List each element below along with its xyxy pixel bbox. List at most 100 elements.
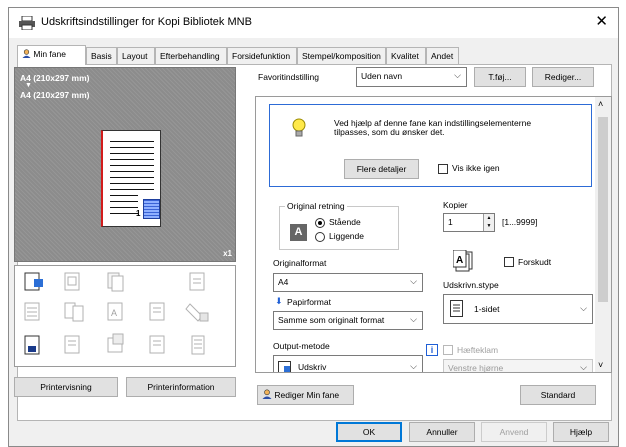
favorites-select[interactable]: Uden navn ⌵ <box>356 67 467 87</box>
print-icon <box>24 272 43 291</box>
print-output-icon <box>278 361 291 372</box>
scroll-thumb[interactable] <box>598 117 608 302</box>
output-method-value: Udskriv <box>298 362 327 372</box>
printer-view-button[interactable]: Printervisning <box>14 377 118 397</box>
add-favorite-button[interactable]: T.føj... <box>474 67 526 87</box>
tab-stempel[interactable]: Stempel/komposition <box>297 47 386 64</box>
window-title: Udskriftsindstillinger for Kopi Bibliote… <box>41 16 252 28</box>
printer-icon <box>19 15 35 32</box>
combine-icon <box>189 272 205 291</box>
help-button[interactable]: Hjælp <box>553 422 609 442</box>
svg-text:A: A <box>111 308 117 318</box>
chevron-down-icon: ⌵ <box>580 303 587 313</box>
edit-favorite-button[interactable]: Rediger... <box>532 67 594 87</box>
more-details-button[interactable]: Flere detaljer <box>344 159 419 179</box>
tab-layout[interactable]: Layout <box>117 47 155 64</box>
copies-range: [1...9999] <box>502 217 538 227</box>
chevron-down-icon: ⌵ <box>454 70 461 80</box>
vertical-scrollbar[interactable]: ˄ ˅ <box>595 97 611 372</box>
tab-basis[interactable]: Basis <box>86 47 117 64</box>
proof-icon <box>64 272 80 291</box>
staple-position-select[interactable]: Venstre hjørne ⌵ <box>443 359 593 373</box>
info-message-line2: tilpasses, som du ønsker det. <box>334 127 445 137</box>
ok-button[interactable]: OK <box>336 422 402 442</box>
cover-icon <box>149 335 165 354</box>
stamp-icon <box>143 199 160 219</box>
portrait-orientation-icon: A <box>290 224 307 241</box>
tab-label: Stempel/komposition <box>302 51 381 61</box>
booklet-icon <box>64 302 84 322</box>
title-bar: Udskriftsindstillinger for Kopi Bibliote… <box>9 8 618 38</box>
cancel-button[interactable]: Annuller <box>409 422 475 442</box>
tab-forsidefunktion[interactable]: Forsidefunktion <box>227 47 297 64</box>
staple-label: Hæfteklam <box>457 345 499 355</box>
copies-input[interactable]: 1 ▲ ▼ <box>443 213 495 232</box>
info-icon: i <box>426 344 438 356</box>
arrow-down-icon: ▼ <box>25 82 32 89</box>
hold-icon <box>191 335 205 355</box>
favorites-label: Favoritindstilling <box>258 72 319 82</box>
edit-my-tab-button[interactable]: Rediger Min fane <box>257 385 354 405</box>
staple-doc-icon <box>185 303 209 322</box>
tab-label: Forsidefunktion <box>232 51 291 61</box>
copy-doc-icon <box>107 272 124 292</box>
printer-info-button[interactable]: Printerinformation <box>126 377 236 397</box>
copies-stepper[interactable]: ▲ ▼ <box>483 214 494 231</box>
print-type-label: Udskrivn.stype <box>443 280 499 290</box>
output-method-label: Output-metode <box>273 341 330 351</box>
orientation-group: Original retning A Stående Liggende <box>279 201 399 250</box>
lightbulb-icon <box>292 118 306 142</box>
staple-checkbox[interactable] <box>443 345 453 355</box>
paper-size-label: Papirformat <box>287 297 331 307</box>
text-icon: A <box>107 302 123 321</box>
output-method-select[interactable]: Udskriv ⌵ <box>273 355 423 372</box>
scroll-up-icon[interactable]: ˄ <box>598 99 603 109</box>
staple-position-value: Venstre hjørne <box>448 363 504 373</box>
simplex-icon <box>450 300 463 319</box>
close-icon[interactable]: ✕ <box>595 12 608 32</box>
user-icon <box>22 49 31 58</box>
orientation-legend: Original retning <box>285 201 347 211</box>
portrait-radio[interactable] <box>315 218 325 228</box>
stamp-doc-icon <box>149 302 165 321</box>
tab-label: Min fane <box>33 49 66 59</box>
standard-button[interactable]: Standard <box>520 385 596 405</box>
tab-label: Andet <box>431 51 454 61</box>
tab-label: Efterbehandling <box>160 51 220 61</box>
paper-size-bottom-label: A4 (210x297 mm) <box>20 90 90 100</box>
original-size-select[interactable]: A4 ⌵ <box>273 273 423 292</box>
collate-label: Forskudt <box>518 257 552 267</box>
paper-size-value: Samme som originalt format <box>278 315 385 325</box>
chevron-down-icon: ⌵ <box>410 314 417 324</box>
tab-kvalitet[interactable]: Kvalitet <box>386 47 426 64</box>
hide-info-label: Vis ikke igen <box>452 163 500 173</box>
landscape-radio[interactable] <box>315 232 325 242</box>
favorites-value: Uden navn <box>361 71 403 81</box>
tab-min-fane[interactable]: Min fane <box>17 45 86 65</box>
page-number: 1 <box>136 209 141 218</box>
collate-checkbox[interactable] <box>504 257 514 267</box>
info-box: Ved hjælp af denne fane kan indstillings… <box>269 104 592 187</box>
duplex-icon <box>24 302 40 321</box>
edit-my-tab-label: Rediger Min fane <box>274 390 340 400</box>
print-type-select[interactable]: 1-sidet ⌵ <box>443 294 593 324</box>
tab-label: Layout <box>122 51 148 61</box>
apply-button[interactable]: Anvend <box>481 422 547 442</box>
tab-label: Kvalitet <box>391 51 419 61</box>
tab-label: Basis <box>91 51 112 61</box>
collate-icon: A <box>452 249 475 274</box>
arrow-down-blue-icon: ⬇ <box>275 296 283 306</box>
copies-badge: x1 <box>223 249 232 258</box>
tab-andet[interactable]: Andet <box>426 47 459 64</box>
landscape-label: Liggende <box>329 231 364 241</box>
scroll-down-icon[interactable]: ˅ <box>598 360 603 370</box>
tab-efterbehandling[interactable]: Efterbehandling <box>155 47 227 64</box>
paper-size-select[interactable]: Samme som originalt format ⌵ <box>273 311 423 330</box>
function-icon-panel: A <box>14 265 236 367</box>
page-preview: A4 (210x297 mm) ▼ A4 (210x297 mm) 1 x1 <box>14 67 236 262</box>
copies-label: Kopier <box>443 200 468 210</box>
original-size-value: A4 <box>278 277 289 287</box>
settings-scroll-area[interactable]: Ved hjælp af denne fane kan indstillings… <box>255 96 612 373</box>
hide-info-checkbox[interactable] <box>438 164 448 174</box>
finish-icon <box>24 335 40 355</box>
